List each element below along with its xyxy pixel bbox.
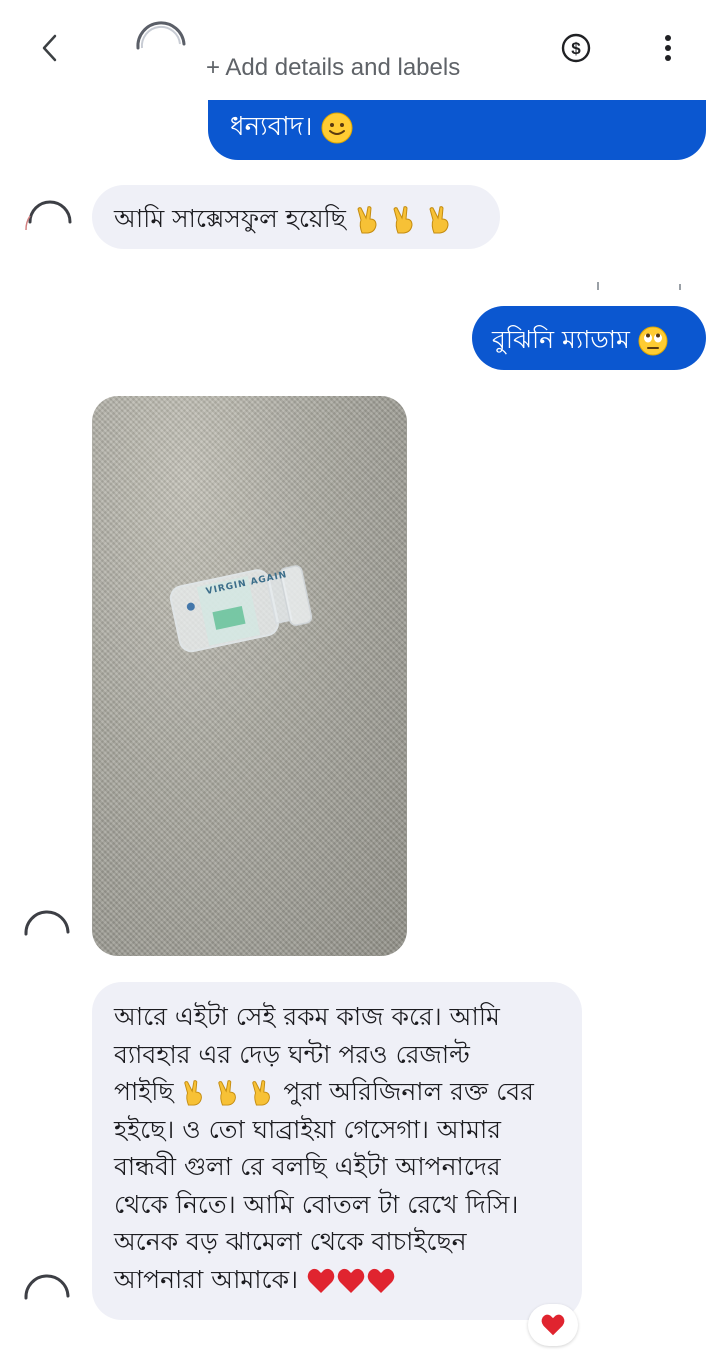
avatar-image bbox=[24, 1274, 70, 1300]
back-button[interactable] bbox=[30, 28, 70, 68]
victory-hand-icon bbox=[218, 1080, 237, 1106]
incoming-message-successful[interactable]: আমি সাক্সেসফুল হয়েছি bbox=[92, 185, 500, 249]
victory-hand-icon bbox=[184, 1080, 203, 1106]
svg-text:$: $ bbox=[571, 39, 581, 58]
message-text: পাইছি bbox=[114, 1077, 174, 1106]
slightly-smiling-face-emoji-icon bbox=[321, 112, 353, 143]
message-text: আপনারা আমাকে। bbox=[114, 1264, 299, 1294]
read-receipt-avatar bbox=[594, 258, 686, 296]
avatar-image bbox=[24, 910, 70, 936]
message-line-with-emoji: আপনারা আমাকে। bbox=[114, 1261, 560, 1299]
red-heart-icon bbox=[541, 1314, 565, 1336]
red-heart-emoji-icons bbox=[306, 1265, 396, 1294]
photo-message[interactable]: VIRGIN AGAIN bbox=[92, 396, 407, 956]
message-text: পুরা অরিজিনাল রক্ত বের bbox=[283, 1077, 534, 1106]
payment-button[interactable]: $ bbox=[556, 28, 596, 68]
victory-hand-emoji-icons bbox=[181, 1077, 283, 1106]
contact-avatar[interactable] bbox=[130, 18, 190, 78]
red-heart-icon bbox=[307, 1268, 335, 1293]
more-vertical-icon bbox=[665, 35, 671, 61]
victory-hand-icon bbox=[252, 1080, 271, 1106]
more-options-button[interactable] bbox=[648, 28, 688, 68]
message-line: হইছে। ও তো ঘাব্রাইয়া গেসেগা। আমার bbox=[114, 1114, 501, 1144]
victory-hand-icon bbox=[429, 206, 449, 234]
vial-image: VIRGIN AGAIN bbox=[165, 552, 319, 661]
victory-hand-icon bbox=[357, 206, 377, 234]
message-line-with-emoji: পাইছি পুরা অরিজিনাল রক্ত বের bbox=[114, 1073, 560, 1111]
contact-avatar-small[interactable] bbox=[22, 196, 78, 252]
back-arrow-icon bbox=[42, 34, 57, 62]
message-text: আমি সাক্সেসফুল হয়েছি bbox=[114, 204, 346, 233]
avatar-image bbox=[136, 21, 186, 50]
message-text: বুঝিনি ম্যাডাম bbox=[492, 325, 630, 354]
outgoing-message-didnt-understand[interactable]: বুঝিনি ম্যাডাম bbox=[472, 306, 706, 370]
victory-hand-emoji-icons bbox=[354, 204, 454, 234]
message-line: বান্ধবী গুলা রে বলছি এইটা আপনাদের bbox=[114, 1152, 501, 1181]
conversation-header: + Add details and labels $ bbox=[0, 0, 720, 100]
message-line: অনেক বড় ঝামেলা থেকে বাচাইছেন bbox=[114, 1227, 467, 1256]
contact-avatar-small[interactable] bbox=[20, 906, 76, 962]
avatar-image bbox=[25, 200, 72, 231]
message-line: ব্যাবহার এর দেড় ঘন্টা পরও রেজাল্ট bbox=[114, 1039, 470, 1069]
add-details-link[interactable]: + Add details and labels bbox=[206, 54, 460, 82]
message-line: থেকে নিতে। আমি বোতল টা রেখে দিসি। bbox=[114, 1189, 519, 1219]
message-reaction[interactable] bbox=[528, 1304, 578, 1346]
rolling-eyes-emoji-icon bbox=[638, 326, 668, 356]
victory-hand-icon bbox=[393, 206, 413, 234]
message-line: আরে এইটা সেই রকম কাজ করে। আমি bbox=[114, 1002, 500, 1031]
incoming-message-long[interactable]: আরে এইটা সেই রকম কাজ করে। আমি ব্যাবহার এ… bbox=[92, 982, 582, 1320]
contact-avatar-small[interactable] bbox=[20, 1270, 76, 1326]
message-text: ধন্যবাদ। bbox=[230, 112, 313, 142]
red-heart-icon bbox=[367, 1268, 395, 1293]
dollar-circle-icon: $ bbox=[561, 33, 591, 63]
red-heart-icon bbox=[337, 1268, 365, 1293]
